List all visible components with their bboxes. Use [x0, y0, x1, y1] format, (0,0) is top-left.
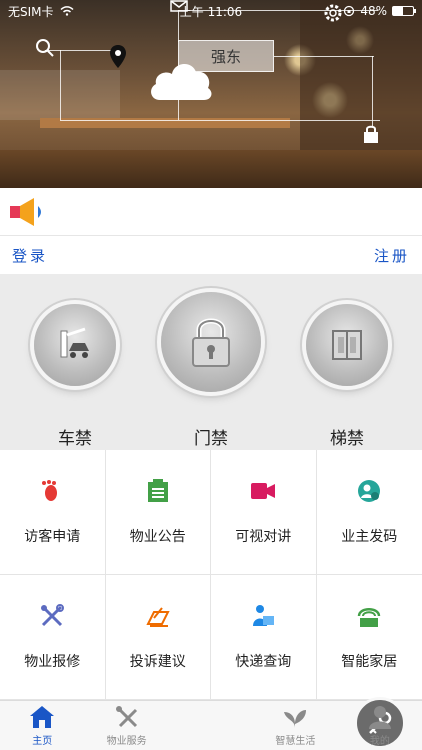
elevator-access-label: 梯禁 [330, 429, 364, 449]
tab-label: 主页 [32, 736, 53, 747]
city-label[interactable]: 强东 [178, 40, 274, 72]
padlock-icon [192, 318, 230, 367]
tile-label: 投诉建议 [129, 654, 186, 670]
elevator-icon [332, 330, 362, 360]
tab-label: 我的 [369, 736, 390, 747]
tab-home[interactable]: 主页 [0, 701, 84, 750]
banner-image: 强东 [0, 0, 422, 188]
tile-label: 访客申请 [24, 529, 81, 545]
auth-row: 登录 注册 [0, 236, 422, 274]
car-gate-icon [60, 327, 89, 358]
wifi-icon [59, 6, 74, 16]
app-root: 强东 无SIM卡 上午 11:06 48% 登录 注册 车禁 门禁 梯禁 访客申… [0, 0, 422, 750]
tab-property-service[interactable]: 物业服务 [84, 701, 168, 750]
tile-label: 智能家居 [341, 654, 398, 670]
door-access-label: 门禁 [194, 429, 228, 449]
carrier-label: 无SIM卡 [8, 4, 54, 19]
leaf-icon [284, 710, 307, 728]
footprint-icon [42, 480, 58, 501]
battery-percent: 48% [360, 4, 387, 18]
tab-label: 物业服务 [106, 736, 147, 747]
complaint-pen-icon [146, 607, 170, 627]
complaint-suggestion-tile[interactable]: 投诉建议 [105, 575, 211, 700]
property-repair-tile[interactable]: 物业报修 [0, 575, 106, 700]
owner-code-tile[interactable]: 业主发码 [316, 450, 422, 575]
property-notice-tile[interactable]: 物业公告 [105, 450, 211, 575]
tab-label: 智慧生活 [275, 736, 316, 747]
smart-home-tile[interactable]: 智能家居 [316, 575, 422, 700]
tile-label: 可视对讲 [235, 529, 292, 545]
small-lock-icon [364, 125, 378, 143]
home-icon [30, 706, 55, 728]
car-gate-label: 车禁 [58, 429, 92, 449]
battery-icon [392, 6, 416, 16]
tile-label: 业主发码 [341, 529, 398, 545]
location-pin-icon [110, 45, 126, 68]
courier-query-tile[interactable]: 快递查询 [211, 575, 317, 700]
register-link[interactable]: 注册 [374, 245, 410, 266]
car-gate-button[interactable] [34, 304, 116, 386]
tile-label: 物业报修 [24, 654, 81, 670]
access-panel: 车禁 门禁 梯禁 [0, 274, 422, 450]
tile-label: 物业公告 [129, 529, 186, 545]
person-icon [368, 706, 391, 729]
courier-icon [253, 605, 275, 626]
owner-code-icon [358, 480, 381, 502]
magnifier-icon [36, 39, 54, 57]
service-grid: 访客申请 物业公告 可视对讲 业主发码 物业报修 投诉建议 快递查询 智能家居 [0, 450, 422, 700]
smart-home-icon [358, 608, 381, 627]
notice-bar[interactable] [0, 188, 422, 236]
status-bar: 无SIM卡 上午 11:06 48% [0, 0, 422, 22]
notice-list-icon [147, 479, 168, 502]
speaker-icon [10, 197, 41, 226]
status-time: 上午 11:06 [179, 4, 243, 19]
tab-bar: 主页 物业服务 智慧生活 我的 [0, 697, 422, 750]
video-camera-icon [251, 483, 276, 499]
door-access-button[interactable] [161, 292, 261, 392]
orientation-lock-icon [344, 5, 355, 17]
video-intercom-tile[interactable]: 可视对讲 [211, 450, 317, 575]
repair-tools-icon [41, 604, 65, 627]
elevator-access-button[interactable] [306, 304, 388, 386]
tab-key-slot [169, 697, 406, 750]
tools-icon [115, 706, 137, 728]
tab-smart-life[interactable]: 智慧生活 [253, 701, 337, 750]
tab-mine[interactable]: 我的 [338, 701, 422, 750]
battery-fill [393, 7, 403, 15]
tile-label: 快递查询 [235, 654, 292, 670]
visitor-apply-tile[interactable]: 访客申请 [0, 450, 106, 575]
login-link[interactable]: 登录 [12, 245, 48, 266]
